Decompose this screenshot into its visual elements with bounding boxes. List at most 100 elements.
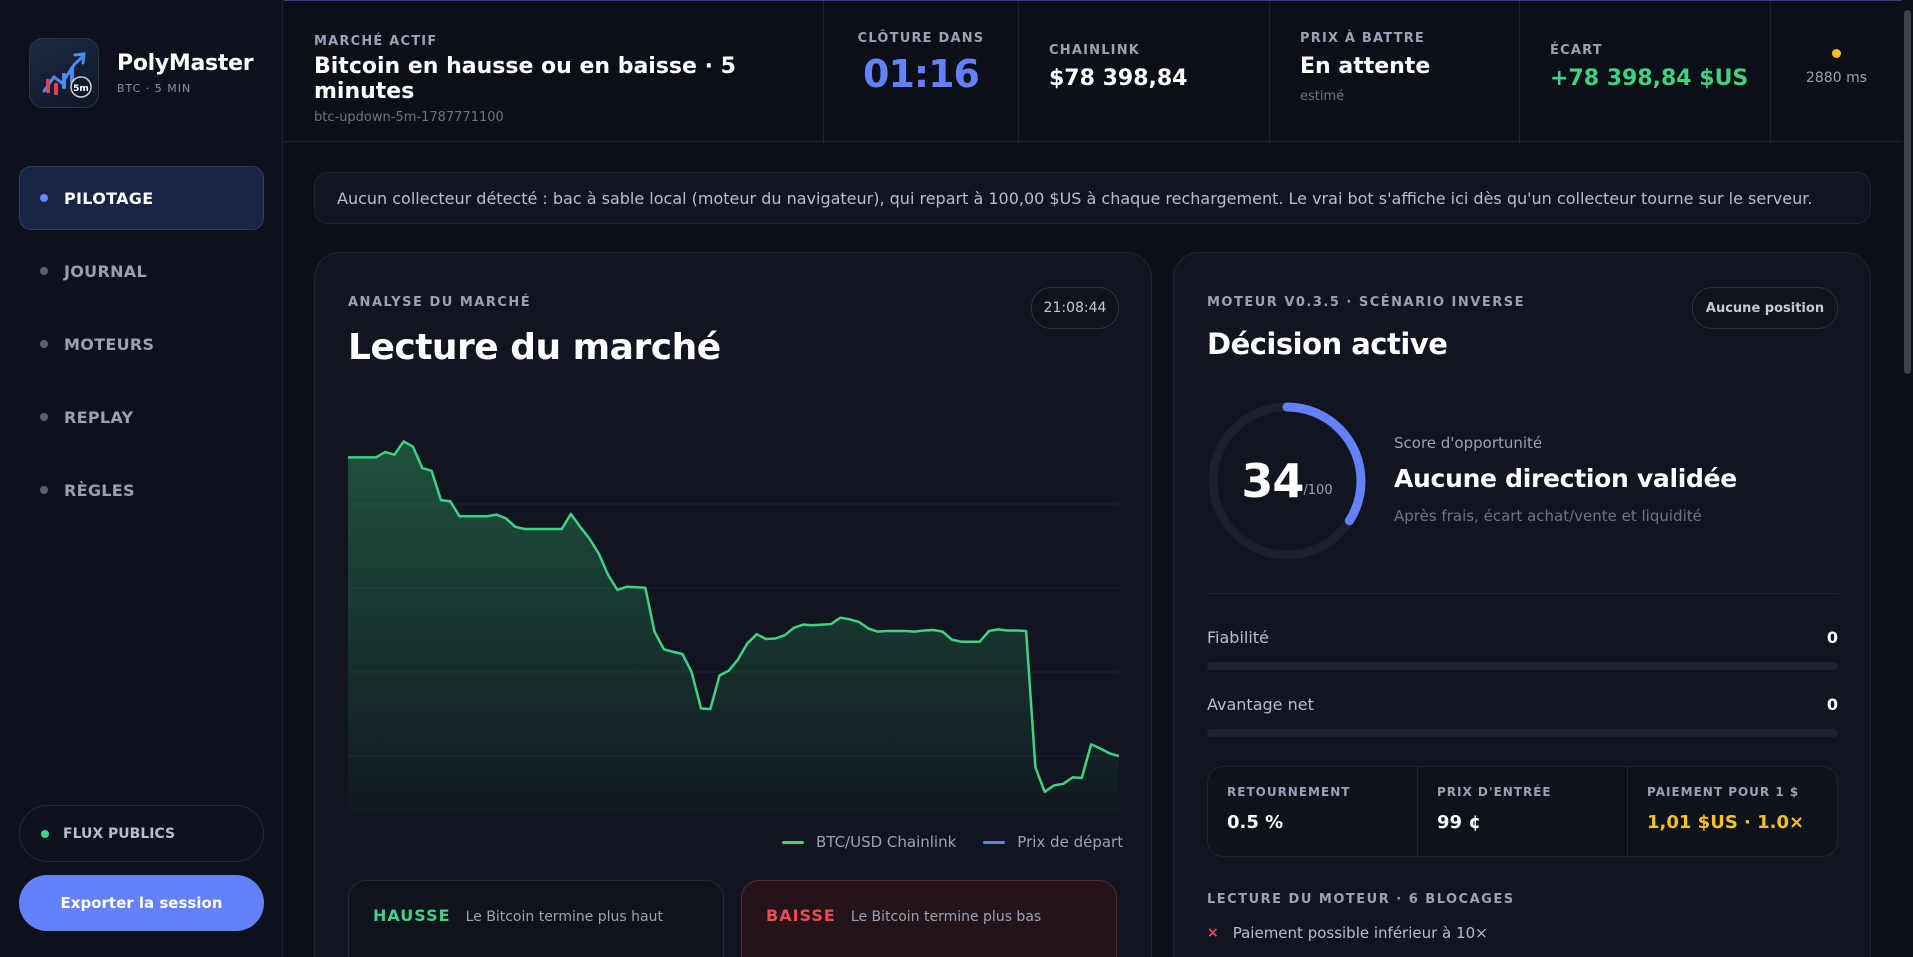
block-x-icon: × xyxy=(1207,925,1219,941)
reliability-stat: Fiabilité 0 xyxy=(1207,628,1838,670)
brand-subtitle: BTC · 5 MIN xyxy=(117,82,192,95)
public-feeds-label: FLUX PUBLICS xyxy=(63,825,176,842)
net-advantage-label: Avantage net xyxy=(1207,695,1314,714)
reliability-value: 0 xyxy=(1826,628,1838,647)
sidebar-item-label: MOTEURS xyxy=(64,334,155,354)
export-session-button[interactable]: Exporter la session xyxy=(19,875,264,931)
score-max: /100 xyxy=(1303,482,1333,498)
target-price-note: estimé xyxy=(1300,89,1345,104)
sidebar-item-label: RÈGLES xyxy=(64,480,135,500)
engine-label: MOTEUR V0.3.5 · SCÉNARIO INVERSE xyxy=(1207,295,1525,310)
legend-start-label: Prix de départ xyxy=(1017,833,1124,851)
gap-label: ÉCART xyxy=(1550,43,1603,58)
brand[interactable]: 5m PolyMaster BTC · 5 MIN xyxy=(29,38,254,108)
brand-name: PolyMaster xyxy=(117,51,254,76)
status-dot-icon xyxy=(41,829,49,838)
reliability-label: Fiabilité xyxy=(1207,628,1269,647)
price-chart xyxy=(348,440,1119,810)
net-advantage-stat: Avantage net 0 xyxy=(1207,695,1838,737)
price-area xyxy=(348,441,1119,810)
target-price-cell: PRIX À BATTRE En attente estimé xyxy=(1270,1,1520,143)
sidebar-item-moteurs[interactable]: MOTEURS xyxy=(19,312,264,376)
collector-notice: Aucun collecteur détecté : bac à sable l… xyxy=(314,172,1871,224)
sidebar: 5m PolyMaster BTC · 5 MIN PILOTAGE JOURN… xyxy=(0,0,283,957)
score-value: 34 xyxy=(1241,454,1304,508)
sidebar-nav: PILOTAGE JOURNAL MOTEURS REPLAY RÈGLES xyxy=(19,166,264,531)
sidebar-item-journal[interactable]: JOURNAL xyxy=(19,239,264,303)
engine-block-item: × Paiement possible inférieur à 10× xyxy=(1207,924,1488,942)
active-market-cell: MARCHÉ ACTIF Bitcoin en hausse ou en bai… xyxy=(284,1,824,143)
chainlink-label: CHAINLINK xyxy=(1049,43,1141,58)
nav-dot-icon xyxy=(40,194,48,202)
sidebar-item-label: JOURNAL xyxy=(64,261,147,281)
legend-swatch-series xyxy=(782,840,804,844)
net-advantage-value: 0 xyxy=(1826,695,1838,714)
sidebar-item-pilotage[interactable]: PILOTAGE xyxy=(19,166,264,230)
latency-cell: 2880 ms xyxy=(1771,1,1902,143)
close-countdown-value: 01:16 xyxy=(863,52,980,96)
sidebar-item-replay[interactable]: REPLAY xyxy=(19,385,264,449)
market-analysis-label: ANALYSE DU MARCHÉ xyxy=(348,295,532,310)
sidebar-item-regles[interactable]: RÈGLES xyxy=(19,458,264,522)
reliability-bar xyxy=(1207,662,1838,670)
gap-cell: ÉCART +78 398,84 $US xyxy=(1520,1,1771,143)
up-outcome-desc: Le Bitcoin termine plus haut xyxy=(465,909,663,925)
market-analysis-title: Lecture du marché xyxy=(348,327,721,368)
down-outcome-desc: Le Bitcoin termine plus bas xyxy=(850,909,1042,925)
target-price-label: PRIX À BATTRE xyxy=(1300,31,1425,46)
page-scrollbar[interactable] xyxy=(1902,0,1913,957)
latency-dot-icon xyxy=(1832,49,1841,58)
opportunity-score-gauge: 34 /100 xyxy=(1206,400,1368,562)
logo-icon: 5m xyxy=(29,38,99,108)
target-price-value: En attente xyxy=(1300,54,1431,79)
gap-value: +78 398,84 $US xyxy=(1550,66,1749,91)
close-countdown-label: CLÔTURE DANS xyxy=(857,31,985,46)
score-label: Score d'opportunité xyxy=(1394,434,1543,452)
net-advantage-bar xyxy=(1207,729,1838,737)
candlestick-chart-icon: 5m xyxy=(42,52,92,98)
sidebar-item-label: PILOTAGE xyxy=(64,188,154,208)
divider xyxy=(1207,593,1838,594)
position-pill[interactable]: Aucune position xyxy=(1692,287,1838,329)
chainlink-price: $78 398,84 xyxy=(1049,66,1188,91)
metric-label: PRIX D'ENTRÉE xyxy=(1437,785,1552,799)
latency-value: 2880 ms xyxy=(1805,70,1867,86)
active-market-label: MARCHÉ ACTIF xyxy=(314,34,438,49)
nav-dot-icon xyxy=(40,267,48,275)
engine-metrics: RETOURNEMENT 0.5 % PRIX D'ENTRÉE 99 ¢ PA… xyxy=(1207,766,1838,857)
legend-swatch-start xyxy=(983,840,1006,844)
up-outcome-card[interactable]: HAUSSE Le Bitcoin termine plus haut xyxy=(348,880,724,957)
active-market-title: Bitcoin en hausse ou en baisse · 5 minut… xyxy=(314,54,736,104)
metric-value: 1,01 $US · 1.0× xyxy=(1647,812,1805,833)
metric-label: RETOURNEMENT xyxy=(1227,785,1351,799)
market-header: MARCHÉ ACTIF Bitcoin en hausse ou en bai… xyxy=(284,0,1913,143)
down-outcome-card[interactable]: BAISSE Le Bitcoin termine plus bas xyxy=(741,880,1117,957)
market-time-badge: 21:08:44 xyxy=(1031,287,1119,329)
score-desc: Après frais, écart achat/vente et liquid… xyxy=(1394,507,1702,525)
metric-value: 99 ¢ xyxy=(1437,812,1481,833)
active-market-id: btc-updown-5m-1787771100 xyxy=(314,110,504,125)
nav-dot-icon xyxy=(40,340,48,348)
down-outcome-title: BAISSE xyxy=(766,906,836,925)
logo-tag: 5m xyxy=(73,84,89,94)
metric-value: 0.5 % xyxy=(1227,812,1284,833)
sidebar-item-label: REPLAY xyxy=(64,407,134,427)
score-title: Aucune direction validée xyxy=(1394,464,1737,493)
nav-dot-icon xyxy=(40,413,48,421)
chainlink-cell: CHAINLINK $78 398,84 xyxy=(1019,1,1270,143)
metric-payout: PAIEMENT POUR 1 $ 1,01 $US · 1.0× xyxy=(1628,767,1837,856)
engine-title: Décision active xyxy=(1207,327,1448,361)
scrollbar-thumb[interactable] xyxy=(1904,10,1911,374)
chart-legend: BTC/USD Chainlink Prix de départ xyxy=(782,833,1123,851)
legend-series-label: BTC/USD Chainlink xyxy=(816,833,957,851)
public-feeds-status[interactable]: FLUX PUBLICS xyxy=(19,805,264,862)
engine-blocks-label: LECTURE DU MOTEUR · 6 BLOCAGES xyxy=(1207,892,1515,907)
engine-block-text: Paiement possible inférieur à 10× xyxy=(1232,924,1488,942)
score-info: Score d'opportunité Aucune direction val… xyxy=(1394,434,1737,525)
metric-label: PAIEMENT POUR 1 $ xyxy=(1647,785,1800,799)
metric-reversal: RETOURNEMENT 0.5 % xyxy=(1208,767,1418,856)
close-countdown-cell: CLÔTURE DANS 01:16 xyxy=(824,1,1019,143)
metric-entry-price: PRIX D'ENTRÉE 99 ¢ xyxy=(1418,767,1628,856)
up-outcome-title: HAUSSE xyxy=(373,906,451,925)
nav-dot-icon xyxy=(40,486,48,494)
